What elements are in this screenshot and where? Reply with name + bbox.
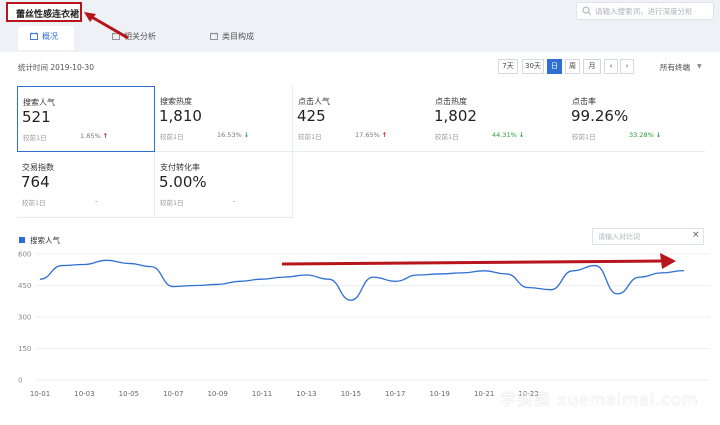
arrow-down-icon: ↓ <box>243 131 250 139</box>
y-tick-label: 300 <box>18 314 31 322</box>
metric-compare-label: 较前1日 <box>435 133 459 141</box>
keyword-title: 蕾丝性感连衣裙 <box>16 10 80 20</box>
arrow-up-icon: ↑ <box>102 132 109 140</box>
metric-label: 点击热度 <box>435 97 467 106</box>
range-day-button[interactable]: 日 <box>547 59 562 74</box>
keyword-title-box: 蕾丝性感连衣裙 <box>6 2 82 22</box>
metric-change: 17.65% ↑ <box>355 131 388 139</box>
x-tick-label: 10-13 <box>296 390 316 398</box>
metric-card-click-popularity[interactable]: 点击人气 425 较前1日 17.65% ↑ <box>293 86 431 152</box>
chevron-down-icon: ▼ <box>697 63 702 70</box>
metric-change: 1.85% ↑ <box>80 132 109 140</box>
metric-compare-label: 较前1日 <box>160 133 184 141</box>
compare-placeholder: 请输入对比词 <box>598 233 640 241</box>
metric-label: 点击人气 <box>298 97 330 106</box>
metric-card-search-popularity[interactable]: 搜索人气 521 较前1日 1.85% ↑ <box>17 86 155 152</box>
metric-compare-label: 较前1日 <box>23 134 47 142</box>
annotation-arrow-icon <box>84 12 129 40</box>
trend-chart: 0 150 300 450 600 10-01 10-03 10-05 10-07 10-09 1… <box>18 251 710 398</box>
metric-card-trade-index[interactable]: 交易指数 764 较前1日 - <box>17 152 155 218</box>
metric-change: 44.31% ↓ <box>492 131 525 139</box>
x-tick-label: 10-17 <box>385 390 405 398</box>
category-icon <box>210 32 218 40</box>
metric-change: 16.53% ↓ <box>217 131 250 139</box>
metric-change: 33.28% ↓ <box>629 131 662 139</box>
stat-time: 统计时间 2019-10-30 <box>18 63 94 72</box>
prev-date-button[interactable]: ‹ <box>604 59 618 74</box>
legend-label: 搜索人气 <box>30 236 60 245</box>
metric-value: 425 <box>297 107 326 125</box>
y-tick-label: 150 <box>18 345 31 353</box>
metric-value: 99.26% <box>571 107 629 125</box>
search-placeholder: 请输入搜索词，进行深度分析 <box>595 7 693 16</box>
tab-category-label: 类目构成 <box>222 32 254 41</box>
search-input[interactable]: 请输入搜索词，进行深度分析 <box>576 2 714 20</box>
x-tick-label: 10-15 <box>341 390 361 398</box>
arrow-down-icon: ↓ <box>518 131 525 139</box>
annotation-arrow-line <box>281 259 665 266</box>
x-tick-label: 10-03 <box>74 390 94 398</box>
x-tick-label: 10-09 <box>207 390 227 398</box>
x-tick-label: 10-01 <box>30 390 50 398</box>
metric-compare-label: 较前1日 <box>160 199 184 207</box>
x-tick-label: 10-21 <box>474 390 494 398</box>
x-tick-label: 10-11 <box>252 390 272 398</box>
x-tick-label: 10-07 <box>163 390 183 398</box>
arrow-up-icon: ↑ <box>381 131 388 139</box>
watermark: 学买卖 xuemaimai.com <box>500 390 699 409</box>
range-30d-button[interactable]: 30天 <box>522 59 544 74</box>
metric-value: 1,810 <box>159 107 202 125</box>
metric-card-pay-conversion[interactable]: 支付转化率 5.00% 较前1日 - <box>155 152 293 218</box>
next-date-button[interactable]: › <box>620 59 634 74</box>
metric-card-search-heat[interactable]: 搜索热度 1,810 较前1日 16.53% ↓ <box>155 86 293 152</box>
metric-change: - <box>233 197 236 205</box>
x-tick-label: 10-05 <box>119 390 139 398</box>
tab-overview[interactable]: 概况 <box>18 26 74 50</box>
metric-card-click-rate[interactable]: 点击率 99.26% 较前1日 33.28% ↓ <box>567 86 705 152</box>
metric-label: 搜索人气 <box>23 98 55 107</box>
metric-value: 5.00% <box>159 173 207 191</box>
metric-value: 521 <box>22 108 51 126</box>
metric-card-click-heat[interactable]: 点击热度 1,802 较前1日 44.31% ↓ <box>430 86 568 152</box>
metric-label: 支付转化率 <box>160 163 200 172</box>
range-week-button[interactable]: 周 <box>565 59 580 74</box>
range-7d-button[interactable]: 7天 <box>498 59 518 74</box>
metric-compare-label: 较前1日 <box>298 133 322 141</box>
overview-icon <box>30 32 38 40</box>
y-tick-label: 0 <box>18 377 22 385</box>
tab-overview-label: 概况 <box>42 32 58 41</box>
channel-select[interactable]: 所有终端 <box>660 62 690 73</box>
tab-category[interactable]: 类目构成 <box>210 26 280 50</box>
annotation-arrow-head <box>660 253 676 269</box>
series-line[interactable] <box>39 259 685 301</box>
y-tick-label: 600 <box>18 251 31 259</box>
metric-label: 交易指数 <box>22 163 54 172</box>
close-icon[interactable]: × <box>692 230 700 240</box>
metric-value: 1,802 <box>434 107 477 125</box>
range-month-button[interactable]: 月 <box>583 59 601 74</box>
metric-label: 搜索热度 <box>160 97 192 106</box>
legend-swatch <box>19 237 25 243</box>
metric-compare-label: 较前1日 <box>22 199 46 207</box>
x-tick-label: 10-19 <box>430 390 450 398</box>
y-tick-label: 450 <box>18 282 31 290</box>
search-icon <box>582 6 592 16</box>
arrow-down-icon: ↓ <box>655 131 662 139</box>
metric-compare-label: 较前1日 <box>572 133 596 141</box>
metric-label: 点击率 <box>572 97 596 106</box>
metric-change: - <box>95 197 98 205</box>
compare-input[interactable]: 请输入对比词 × <box>592 228 704 245</box>
metric-value: 764 <box>21 173 50 191</box>
